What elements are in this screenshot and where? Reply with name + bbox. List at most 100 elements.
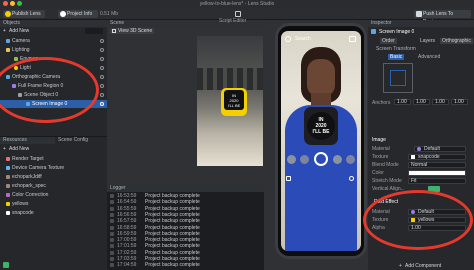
log-time: 16:56:59 xyxy=(117,211,137,218)
log-list: 16:53:59 Project backup complete 16:54:59 P… xyxy=(107,193,264,270)
log-message: Project backup complete xyxy=(145,218,200,225)
person-face xyxy=(307,59,335,97)
memories-icon[interactable] xyxy=(286,176,291,181)
color-swatch[interactable] xyxy=(408,170,466,176)
phone-screen[interactable]: Search IN 2020 I'LL BE xyxy=(281,31,361,251)
anchor-field-1[interactable]: 1.00 xyxy=(394,99,411,105)
texture-field[interactable]: snapcode xyxy=(408,154,466,160)
stretch-mode-select[interactable]: Fit xyxy=(408,178,466,184)
script-editor-tab[interactable]: Script Editor xyxy=(219,18,246,24)
visibility-icon[interactable] xyxy=(100,84,104,88)
lens-explorer-icon[interactable] xyxy=(349,176,354,181)
log-info-icon xyxy=(110,250,114,255)
envmap-icon xyxy=(14,57,18,61)
flip-camera-icon[interactable] xyxy=(349,36,356,42)
tab-layers[interactable]: Layers xyxy=(420,38,435,44)
log-entry: 17:04:59 Project backup complete xyxy=(107,262,264,268)
object-name[interactable]: Screen Image 0 xyxy=(379,29,414,35)
visibility-icon[interactable] xyxy=(100,93,104,97)
visibility-icon[interactable] xyxy=(100,48,104,52)
publish-lens-button[interactable]: Publish Lens xyxy=(3,10,45,18)
log-info-icon xyxy=(110,212,114,217)
logger-header: Logger xyxy=(107,185,264,192)
scene-panel: Scene View 3D Scene Script Editor IN 202… xyxy=(107,18,264,185)
color-label: Color xyxy=(372,170,384,176)
resource-item[interactable]: echoparkJdiff xyxy=(0,173,107,181)
visibility-icon[interactable] xyxy=(100,102,104,106)
resource-item[interactable]: Color Correction xyxy=(0,191,107,199)
view-3d-scene-button[interactable]: View 3D Scene xyxy=(110,28,155,34)
log-time: 17:04:59 xyxy=(117,262,137,269)
log-info-icon xyxy=(110,238,114,243)
log-time: 17:02:59 xyxy=(117,249,137,256)
mode-advanced-tab[interactable]: Advanced xyxy=(418,54,440,60)
log-entry: 16:53:59 Project backup complete xyxy=(107,193,264,199)
log-time: 16:59:59 xyxy=(117,230,137,237)
inspector-header: Inspector xyxy=(368,20,474,27)
tree-item-lighting[interactable]: Lighting xyxy=(0,46,107,54)
material-field[interactable]: Default xyxy=(414,146,466,152)
tab-order[interactable]: Order xyxy=(380,38,397,44)
snapchat-ghost-icon xyxy=(5,11,11,17)
project-info-button[interactable]: Project Info xyxy=(58,10,98,18)
lens-icon[interactable] xyxy=(333,155,342,164)
visibility-icon[interactable] xyxy=(100,66,104,70)
log-info-icon xyxy=(110,194,114,198)
lens-icon[interactable] xyxy=(300,155,309,164)
log-entry: 16:59:59 Project backup complete xyxy=(107,231,264,237)
log-message: Project backup complete xyxy=(145,199,200,206)
scene-canvas[interactable]: IN 2020 I'LL BE xyxy=(197,36,263,166)
lens-icon[interactable] xyxy=(346,155,355,164)
tree-item-camera[interactable]: Camera xyxy=(0,37,107,45)
anchor-field-2[interactable]: 1.00 xyxy=(413,99,430,105)
add-component-button[interactable]: + Add Component xyxy=(398,263,443,269)
log-info-icon xyxy=(110,257,114,261)
sign-circle: IN 2020 I'LL BE xyxy=(307,112,335,140)
folder-icon xyxy=(6,48,10,52)
add-new-object-button[interactable]: + Add New xyxy=(3,28,29,34)
logger-panel: Logger 16:53:59 Project backup complete 16… xyxy=(107,185,264,270)
lens-size-label: 0.51 Mb xyxy=(100,11,119,17)
tab-orthographic[interactable]: Orthographic xyxy=(440,38,473,44)
image-section[interactable]: Image xyxy=(372,137,386,143)
log-message: Project backup complete xyxy=(145,237,200,244)
lens-icon[interactable] xyxy=(287,155,296,164)
anchor-field-3[interactable]: 1.00 xyxy=(432,99,449,105)
push-lens-to-device-button[interactable]: Push Lens To Device xyxy=(414,10,471,25)
snapcode-icon xyxy=(6,211,10,215)
scene-config-tab[interactable]: Scene Config xyxy=(55,137,107,144)
blend-mode-select[interactable]: Normal xyxy=(408,162,466,168)
anchor-widget[interactable] xyxy=(383,63,413,93)
capture-button[interactable] xyxy=(314,152,328,166)
log-entry: 17:03:59 Project backup complete xyxy=(107,256,264,262)
mode-basic-tab[interactable]: Basic xyxy=(388,54,405,60)
resources-header[interactable]: Resources xyxy=(0,137,60,144)
resource-item[interactable]: Device Camera Texture xyxy=(0,164,107,172)
log-message: Project backup complete xyxy=(145,211,200,218)
gym-background xyxy=(197,68,263,90)
blend-mode-label: Blend Mode xyxy=(372,162,399,168)
visibility-icon[interactable] xyxy=(100,75,104,79)
log-entry: 16:57:59 Project backup complete xyxy=(107,218,264,224)
log-info-icon xyxy=(110,225,114,230)
annotation-circle xyxy=(363,190,473,250)
screen-transform-section[interactable]: Screen Transform xyxy=(376,46,416,52)
resource-item[interactable]: yellows xyxy=(0,200,107,208)
resource-item[interactable]: Render Target xyxy=(0,155,107,163)
objects-search-input[interactable] xyxy=(85,28,103,34)
visibility-icon[interactable] xyxy=(100,57,104,61)
preview-panel: Search IN 2020 I'LL BE xyxy=(264,20,368,270)
visibility-icon[interactable] xyxy=(100,39,104,43)
log-time: 16:58:59 xyxy=(117,224,137,231)
resource-item[interactable]: snapcode xyxy=(0,209,107,217)
texture-icon xyxy=(6,202,10,206)
search-icon[interactable] xyxy=(285,36,291,42)
log-time: 16:53:59 xyxy=(117,193,137,199)
anchor-field-4[interactable]: 1.00 xyxy=(451,99,468,105)
layout-icon[interactable] xyxy=(235,11,241,17)
title-bar: yellow-to-blue-lens* - Lens Studio xyxy=(0,0,474,8)
log-entry: 16:58:59 Project backup complete xyxy=(107,225,264,231)
add-new-resource-button[interactable]: + Add New xyxy=(3,146,29,152)
camera-texture-icon xyxy=(6,166,10,170)
resource-item[interactable]: echopark_spec xyxy=(0,182,107,190)
